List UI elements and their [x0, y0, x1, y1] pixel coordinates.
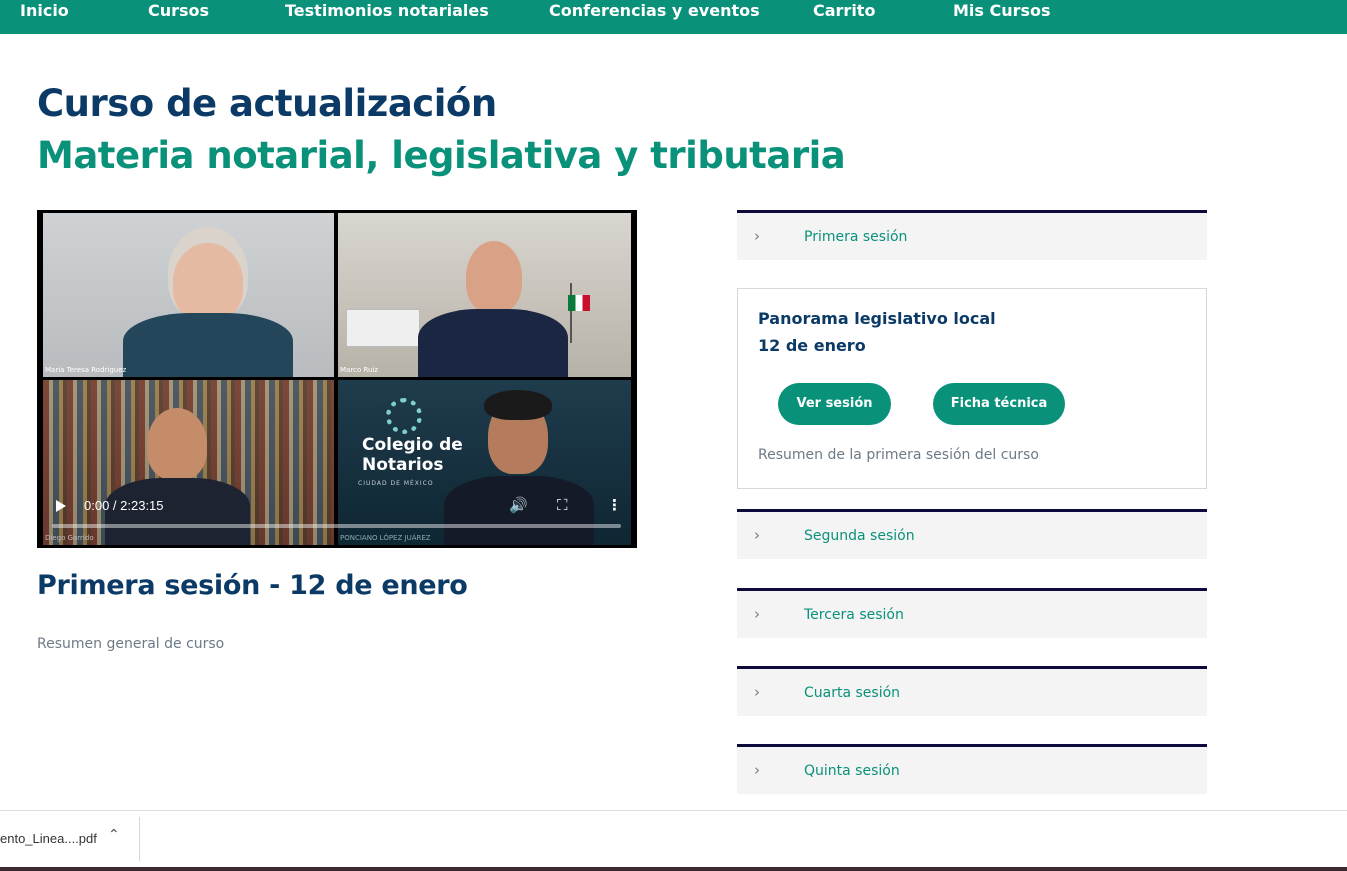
accordion-label: Tercera sesión — [804, 607, 904, 623]
course-subtitle: Materia notarial, legislativa y tributar… — [37, 134, 846, 177]
top-nav: Inicio Cursos Testimonios notariales Con… — [0, 0, 1347, 34]
video-tile-2: Marco Ruiz — [338, 213, 631, 377]
flag-pole — [570, 283, 572, 343]
accordion-cuarta[interactable]: › Cuarta sesión — [737, 666, 1207, 716]
printer — [346, 309, 420, 347]
nav-testimonios[interactable]: Testimonios notariales — [285, 0, 489, 24]
accordion-tercera[interactable]: › Tercera sesión — [737, 588, 1207, 638]
divider — [139, 817, 140, 861]
chevron-right-icon: › — [754, 526, 760, 544]
course-title: Curso de actualización — [37, 82, 497, 125]
participant-name: Maria Teresa Rodriguez — [45, 366, 127, 374]
accordion-quinta[interactable]: › Quinta sesión — [737, 744, 1207, 794]
chevron-right-icon: › — [754, 605, 760, 623]
chevron-right-icon: › — [754, 683, 760, 701]
participant-face — [147, 408, 207, 480]
accordion-label: Quinta sesión — [804, 763, 900, 779]
accordion-primera[interactable]: › Primera sesión — [737, 210, 1207, 260]
video-controls: 0:00 / 2:23:15 🔊 ⛶ ⋮ — [37, 488, 637, 548]
chevron-up-icon[interactable]: ⌃ — [108, 827, 120, 843]
ver-sesion-button[interactable]: Ver sesión — [778, 383, 891, 425]
video-time: 0:00 / 2:23:15 — [84, 498, 164, 513]
accordion-segunda[interactable]: › Segunda sesión — [737, 509, 1207, 559]
session-heading: Primera sesión - 12 de enero — [37, 570, 468, 601]
panel-title: Panorama legislativo local — [758, 309, 996, 328]
download-item[interactable]: ento_Linea....pdf — [0, 831, 97, 846]
session-panel: Panorama legislativo local 12 de enero V… — [737, 288, 1207, 489]
accordion-label: Primera sesión — [804, 229, 908, 245]
panel-description: Resumen de la primera sesión del curso — [758, 447, 1039, 463]
chevron-right-icon: › — [754, 227, 760, 245]
nav-conferencias[interactable]: Conferencias y eventos — [549, 0, 760, 24]
taskbar-edge — [0, 867, 1347, 871]
video-tile-1: Maria Teresa Rodriguez — [43, 213, 334, 377]
downloads-bar: ento_Linea....pdf ⌃ — [0, 810, 1347, 868]
play-icon[interactable] — [56, 500, 66, 512]
video-progress-bar[interactable] — [52, 524, 621, 528]
colegio-logo-sub: CIUDAD DE MÉXICO — [358, 480, 434, 487]
participant-torso — [123, 313, 293, 377]
nav-mis-cursos[interactable]: Mis Cursos — [953, 0, 1051, 24]
accordion-label: Cuarta sesión — [804, 685, 901, 701]
colegio-logo-icon — [386, 398, 422, 434]
panel-date: 12 de enero — [758, 336, 866, 355]
colegio-logo-text: Colegio de Notarios — [362, 435, 463, 475]
participant-face — [173, 243, 243, 321]
participant-torso — [418, 309, 568, 377]
fullscreen-icon[interactable]: ⛶ — [557, 496, 568, 514]
flag — [568, 295, 590, 311]
nav-cursos[interactable]: Cursos — [148, 0, 209, 24]
nav-inicio[interactable]: Inicio — [20, 0, 69, 24]
more-options-icon[interactable]: ⋮ — [607, 496, 622, 514]
chevron-right-icon: › — [754, 761, 760, 779]
participant-name: Marco Ruiz — [340, 366, 379, 374]
nav-carrito[interactable]: Carrito — [813, 0, 875, 24]
session-summary: Resumen general de curso — [37, 636, 225, 652]
volume-icon[interactable]: 🔊 — [509, 496, 528, 514]
accordion-label: Segunda sesión — [804, 528, 915, 544]
participant-face — [466, 241, 522, 313]
ficha-tecnica-button[interactable]: Ficha técnica — [933, 383, 1065, 425]
video-player[interactable]: Maria Teresa Rodriguez Marco Ruiz Diego … — [37, 210, 637, 548]
participant-hair — [484, 390, 552, 420]
